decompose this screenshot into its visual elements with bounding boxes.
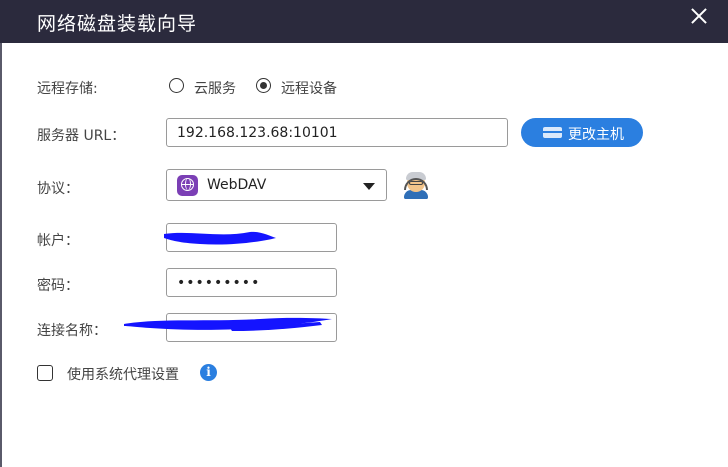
host-icon (543, 127, 562, 138)
helper-avatar-icon[interactable] (401, 171, 431, 199)
webdav-logo-icon (177, 175, 198, 196)
connection-name-label: 连接名称： (37, 323, 107, 339)
server-url-input[interactable]: 192.168.123.68:10101 (166, 118, 508, 147)
connection-name-redaction (124, 317, 332, 331)
dialog-title: 网络磁盘装载向导 (37, 13, 198, 35)
change-host-button[interactable]: 更改主机 (521, 118, 643, 147)
protocol-label: 协议： (37, 181, 79, 197)
protocol-select[interactable]: WebDAV (166, 169, 387, 201)
radio-remote-device-label: 远程设备 (281, 81, 337, 97)
password-input[interactable]: ••••••••• (166, 268, 337, 297)
password-label: 密码： (37, 278, 79, 294)
account-label: 帐户： (37, 233, 79, 249)
close-icon[interactable] (688, 5, 710, 27)
dialog-titlebar: 网络磁盘装载向导 (0, 0, 728, 43)
radio-remote-device[interactable] (256, 78, 271, 93)
remote-storage-label: 远程存储: (37, 81, 98, 97)
account-redaction (164, 231, 276, 245)
chevron-down-icon (363, 183, 375, 190)
protocol-selected-value: WebDAV (207, 177, 267, 193)
info-icon[interactable]: i (200, 364, 217, 381)
radio-cloud-service[interactable] (169, 78, 184, 93)
dialog-left-border (0, 43, 2, 467)
radio-cloud-service-label: 云服务 (194, 81, 236, 97)
server-url-label: 服务器 URL： (37, 128, 126, 144)
change-host-button-label: 更改主机 (568, 127, 624, 143)
use-system-proxy-label: 使用系统代理设置 (67, 367, 179, 383)
use-system-proxy-checkbox[interactable] (37, 365, 53, 381)
